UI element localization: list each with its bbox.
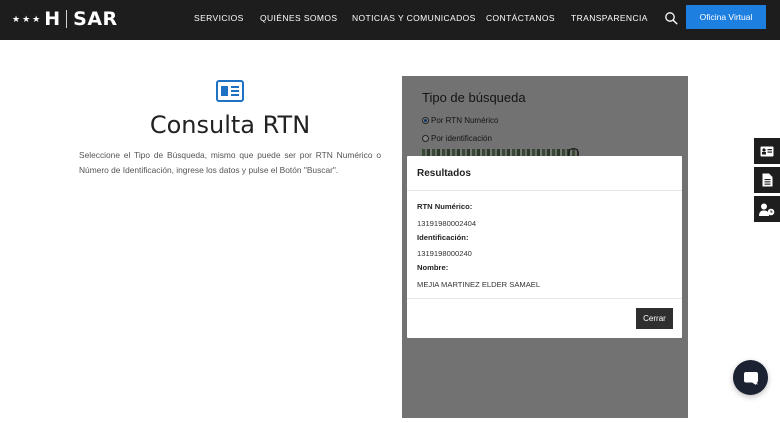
sar-logo[interactable]: ★ ★ ★ H SAR (12, 7, 118, 31)
side-tab-user-clock[interactable] (754, 196, 780, 222)
logo-letter: H (44, 8, 61, 30)
identificacion-value: 1319198000240 (417, 249, 472, 258)
modal-header: Resultados (407, 156, 682, 191)
chat-bubble-icon (743, 371, 758, 385)
document-icon (762, 173, 772, 187)
star-icon: ★ (32, 13, 41, 24)
chat-launcher-button[interactable] (733, 360, 768, 395)
nav-servicios[interactable]: SERVICIOS (194, 13, 244, 23)
user-clock-icon (759, 203, 775, 216)
page: ★ ★ ★ H SAR SERVICIOS QUIÉNES SOMOS NOTI… (0, 0, 780, 423)
oficina-virtual-button[interactable]: Oficina Virtual (686, 5, 766, 29)
logo-divider (66, 10, 68, 28)
id-card-icon (216, 80, 244, 102)
rtn-label: RTN Numérico: (417, 202, 473, 211)
identificacion-label: Identificación: (417, 233, 469, 242)
id-card-icon (760, 146, 774, 156)
close-button[interactable]: Cerrar (636, 308, 673, 329)
logo-brand: SAR (73, 8, 118, 30)
side-tab-id-card[interactable] (754, 138, 780, 164)
modal-title: Resultados (417, 168, 471, 179)
nav-quienes-somos[interactable]: QUIÉNES SOMOS (260, 13, 337, 23)
nombre-value: MEJIA MARTINEZ ELDER SAMAEL (417, 280, 541, 289)
star-icon: ★ (12, 13, 21, 24)
nav-contactanos[interactable]: CONTÁCTANOS (486, 13, 555, 23)
rtn-value: 13191980002404 (417, 219, 477, 228)
search-icon[interactable] (664, 11, 678, 25)
page-description: Seleccione el Tipo de Búsqueda, mismo qu… (79, 150, 381, 175)
side-tab-document[interactable] (754, 167, 780, 193)
logo-stars: ★ ★ ★ (12, 13, 41, 24)
top-navbar: ★ ★ ★ H SAR SERVICIOS QUIÉNES SOMOS NOTI… (0, 0, 780, 40)
results-modal: Resultados RTN Numérico: 13191980002404 … (407, 156, 682, 338)
modal-footer-divider (407, 298, 682, 299)
nombre-label: Nombre: (417, 263, 449, 272)
nav-transparencia[interactable]: TRANSPARENCIA (571, 13, 648, 23)
nav-noticias[interactable]: NOTICIAS Y COMUNICADOS (352, 13, 476, 23)
page-title: Consulta RTN (149, 111, 311, 139)
star-icon: ★ (22, 13, 31, 24)
